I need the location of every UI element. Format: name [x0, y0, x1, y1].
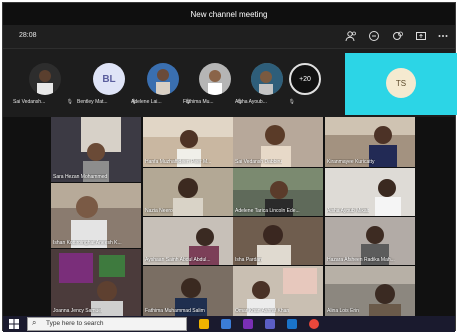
- teams-icon[interactable]: [265, 319, 275, 329]
- participant-name: Ishan Kottiroinghat Aneesh K...: [53, 240, 122, 246]
- store-icon[interactable]: [221, 319, 231, 329]
- mic-muted-icon: 🎙: [66, 99, 73, 105]
- chat-icon[interactable]: [367, 30, 381, 44]
- participant-name: Kiranmayee Kuricatty: [327, 159, 375, 165]
- participant-strip: Sai Vedansh... 🎙 BL Bentley Mat... 🎙 Ade…: [3, 49, 457, 117]
- avatar-initials: BL: [102, 73, 116, 85]
- participant-name: Sara Hezan Mohammed: [53, 174, 108, 180]
- avatar-initials: TS: [395, 78, 407, 88]
- windows-start-icon[interactable]: [9, 319, 19, 329]
- video-tile[interactable]: Kiranmayee Kuricatty: [325, 117, 415, 167]
- share-screen-icon[interactable]: [414, 30, 428, 44]
- participant-name: Joanna Jency Samuel: [53, 308, 103, 314]
- onenote-icon[interactable]: [243, 319, 253, 329]
- video-tile[interactable]: Adelene Tarica Lincoln Ede...: [233, 168, 323, 216]
- participant-name: Sai Vedansh Dabbiru: [235, 159, 282, 165]
- video-tile[interactable]: Omar Khan Ashraf Khan: [233, 266, 323, 316]
- taskbar-search-input[interactable]: ⌕ Type here to search: [27, 317, 187, 331]
- video-tile[interactable]: Sara Hezan Mohammed: [51, 117, 141, 182]
- video-tile[interactable]: Sai Vedansh Dabbiru: [233, 117, 323, 167]
- more-participants-button[interactable]: +20: [289, 63, 321, 95]
- chrome-icon[interactable]: [309, 319, 319, 329]
- search-placeholder: Type here to search: [46, 320, 104, 327]
- participant-name: Ayshaan Sainh Abdul Abdul...: [145, 257, 211, 263]
- meeting-controls-bar: 28:08: [3, 25, 455, 49]
- windows-taskbar: ⌕ Type here to search: [3, 316, 455, 332]
- meeting-timer: 28:08: [19, 32, 37, 39]
- video-tile[interactable]: Isha Pardan: [233, 217, 323, 265]
- video-tile[interactable]: Aisha Ayoub Mikalt: [325, 168, 415, 216]
- video-tile[interactable]: Ishan Kottiroinghat Aneesh K...: [51, 183, 141, 248]
- participant-name: Hanfa Muzhaffideen Peer M...: [145, 159, 212, 165]
- strip-participant-1[interactable]: Sai Vedansh... 🎙: [11, 49, 75, 117]
- shared-participant-tile[interactable]: TS: [345, 53, 457, 115]
- video-grid: Sara Hezan Mohammed Hanfa Muzhaffideen P…: [3, 117, 455, 316]
- avatar: [199, 63, 231, 95]
- search-icon: ⌕: [32, 318, 37, 327]
- participant-name: Fathima Muhammad Salim: [145, 308, 205, 314]
- participant-name: Isha Pardan: [235, 257, 262, 263]
- participant-name: Aisha Ayoub Mikalt: [327, 208, 370, 214]
- reactions-icon[interactable]: [391, 30, 405, 44]
- more-options-icon[interactable]: [436, 30, 450, 44]
- video-tile[interactable]: Hanfa Muzhaffideen Peer M...: [143, 117, 233, 167]
- mic-muted-icon: 🎙: [288, 99, 295, 105]
- avatar: TS: [386, 68, 416, 98]
- file-explorer-icon[interactable]: [199, 319, 209, 329]
- participant-name: Adelene Tarica Lincoln Ede...: [235, 208, 300, 214]
- avatar: [251, 63, 283, 95]
- participant-name: Alina Lois Erin: [327, 308, 359, 314]
- video-tile[interactable]: Fathima Muhammad Salim: [143, 266, 233, 316]
- participant-name: Nazia Neero: [145, 208, 173, 214]
- avatar: [147, 63, 179, 95]
- participant-name: Hazara Afsheen Radika Mah...: [327, 257, 395, 263]
- window-title: New channel meeting: [190, 9, 268, 19]
- word-icon[interactable]: [287, 319, 297, 329]
- teams-window: New channel meeting 28:08 Sai Vedansh...…: [2, 2, 457, 332]
- more-participants-count: +20: [299, 75, 311, 83]
- title-bar: New channel meeting: [3, 3, 455, 25]
- avatar: [29, 63, 61, 95]
- video-tile[interactable]: Nazia Neero: [143, 168, 233, 216]
- video-tile[interactable]: Hazara Afsheen Radika Mah...: [325, 217, 415, 265]
- avatar: BL: [93, 63, 125, 95]
- video-tile[interactable]: Ayshaan Sainh Abdul Abdul...: [143, 217, 233, 265]
- participants-icon[interactable]: [344, 30, 358, 44]
- video-tile[interactable]: Joanna Jency Samuel: [51, 249, 141, 316]
- strip-participant-5[interactable]: Aisha Ayoub... 🎙: [233, 49, 297, 117]
- video-tile[interactable]: Alina Lois Erin: [325, 266, 415, 316]
- participant-name: Omar Khan Ashraf Khan: [235, 308, 290, 314]
